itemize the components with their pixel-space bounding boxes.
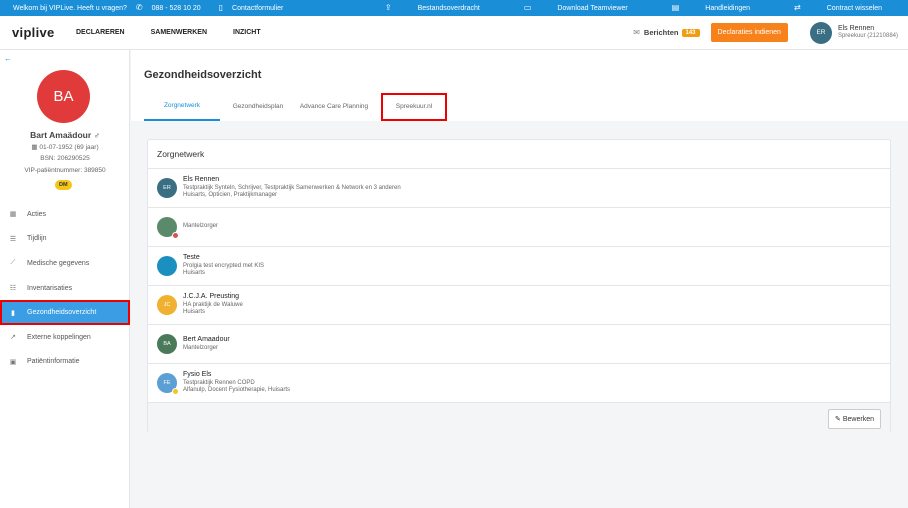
chart-icon: ⟋ — [10, 259, 16, 267]
sidebar-item-inventarisaties[interactable]: ☷ Inventarisaties — [0, 276, 130, 301]
sidebar-item-tijdlijn[interactable]: ☰ Tijdlijn — [0, 227, 130, 252]
contact-detail: Testpraktijk Rennen COPD — [183, 379, 255, 386]
contact-name: Teste — [183, 254, 200, 262]
nav-samenwerken[interactable]: SAMENWERKEN — [151, 29, 207, 36]
user-name: Els Rennen — [837, 24, 875, 32]
calendar-icon: ▦ — [9, 211, 17, 219]
id-card-icon: ▣ — [9, 358, 17, 366]
monitor-icon: ▭ — [523, 3, 532, 12]
main-nav: DECLAREREN SAMENWERKEN INZICHT — [76, 29, 287, 36]
nav-declareren[interactable]: DECLAREREN — [76, 29, 125, 36]
user-avatar: ER — [809, 21, 832, 44]
avatar — [157, 217, 179, 239]
page-title: Gezondheidsoverzicht — [144, 69, 262, 81]
contact-name: Fysio Els — [183, 371, 212, 379]
avatar: BA — [157, 334, 177, 354]
zorgnetwerk-card: Zorgnetwerk ER Els Rennen Testpraktijk S… — [147, 139, 891, 434]
contract-wisselen-link[interactable]: ⇄ Contract wisselen — [772, 4, 882, 12]
nav-inzicht[interactable]: INZICHT — [233, 29, 261, 36]
patient-sidebar: ← BA Bart Amaädour ♂ ▦ 01-07-1952 (69 ja… — [0, 50, 130, 508]
external-link-icon: ↗ — [10, 334, 16, 342]
phone-icon: ✆ — [135, 3, 143, 12]
tab-spreekuur[interactable]: Spreekuur.nl — [381, 93, 447, 121]
contact-role: Huisarts — [183, 270, 206, 277]
list-item[interactable]: Mantelzorger — [148, 208, 890, 247]
contact-name: Els Rennen — [183, 176, 220, 184]
card-footer: ✎ Bewerken — [148, 403, 890, 434]
list-item[interactable]: BA Bert Amaadour Mantelzorger — [148, 325, 890, 364]
sidebar-item-medische-gegevens[interactable]: ⟋ Medische gegevens — [0, 251, 130, 276]
avatar: ER — [157, 178, 177, 198]
bestandsoverdracht-link[interactable]: ⇪ Bestandsoverdracht — [363, 4, 480, 12]
patient-vip-number: VIP-patiëntnummer: 389850 — [24, 167, 106, 174]
contact-role: Mantelzorger — [183, 344, 219, 351]
welcome-text: Welkom bij VIPLive. Heeft u vragen? — [13, 4, 127, 12]
tab-advance-care-planning[interactable]: Advance Care Planning — [296, 93, 372, 121]
avatar: FE — [157, 373, 179, 395]
tab-gezondheidsplan[interactable]: Gezondheidsplan — [220, 93, 296, 121]
patient-avatar: BA — [37, 70, 90, 123]
contact-name: Bert Amaadour — [183, 335, 230, 343]
sidebar-item-gezondheidsoverzicht[interactable]: ▮ Gezondheidsoverzicht — [0, 300, 130, 325]
top-info-bar: Welkom bij VIPLive. Heeft u vragen? ✆ 088… — [0, 0, 908, 16]
berichten-link[interactable]: ✉ Berichten 143 — [633, 27, 700, 37]
list-item[interactable]: Teste Prolgia test encrypted met KIS Hui… — [148, 247, 890, 286]
book-icon: ▤ — [671, 3, 680, 12]
document-icon: ▮ — [11, 309, 15, 317]
sidebar-item-patientinformatie[interactable]: ▣ Patiëntinformatie — [0, 350, 130, 375]
tab-bar: Zorgnetwerk Gezondheidsplan Advance Care… — [144, 93, 447, 121]
logo[interactable]: viplive — [12, 25, 76, 40]
sidebar-menu: ▦ Acties ☰ Tijdlijn ⟋ Medische gegevens ☷ In… — [0, 202, 130, 374]
user-sub: Spreekuur (21210884) — [837, 33, 898, 40]
contact-role: Alfanulp, Docent Fysiotherapie, Huisarts — [183, 387, 291, 394]
contact-detail: HA praktijk de Waluwe — [183, 301, 243, 308]
tab-zorgnetwerk[interactable]: Zorgnetwerk — [144, 93, 220, 121]
chat-icon: ✉ — [633, 27, 640, 37]
list-icon: ☰ — [9, 235, 17, 243]
contact-detail: Testpraktijk Synteln, Schrijver, Testpra… — [183, 184, 401, 191]
main-header: viplive DECLAREREN SAMENWERKEN INZICHT ✉… — [0, 16, 908, 50]
contact-role: Huisarts — [183, 309, 206, 316]
checklist-icon: ☷ — [9, 285, 17, 293]
page-header: Gezondheidsoverzicht Zorgnetwerk Gezondh… — [131, 50, 908, 121]
contact-role: Huisarts, Opticien, Praktijkmanager — [183, 192, 278, 199]
contact-name: J.C.J.A. Preusting — [183, 293, 240, 301]
phone-link[interactable]: ✆ 088 - 528 10 20 — [136, 4, 210, 12]
contact-detail: Prolgia test encrypted met KIS — [183, 262, 265, 269]
patient-name: Bart Amaädour ♂ — [30, 130, 100, 140]
blocked-icon — [172, 232, 179, 239]
sidebar-item-externe-koppelingen[interactable]: ↗ Externe koppelingen — [0, 325, 130, 350]
pencil-icon: ✎ — [835, 415, 843, 423]
avatar: JC — [157, 295, 177, 315]
patient-dob: ▦ 01-07-1952 (69 jaar) — [31, 144, 99, 151]
sidebar-item-acties[interactable]: ▦ Acties — [0, 202, 130, 227]
card-title: Zorgnetwerk — [148, 140, 890, 169]
user-menu[interactable]: ER Els Rennen Spreekuur (21210884) — [809, 21, 898, 44]
back-arrow-icon[interactable]: ← — [4, 54, 12, 63]
list-item[interactable]: JC J.C.J.A. Preusting HA praktijk de Wal… — [148, 286, 890, 325]
switch-icon: ⇄ — [794, 3, 801, 12]
dm-badge: DM — [55, 180, 72, 190]
avatar — [157, 256, 177, 276]
declaraties-indienen-button[interactable]: Declaraties indienen — [710, 23, 788, 42]
document-icon: ▯ — [218, 3, 224, 12]
list-item[interactable]: FE Fysio Els Testpraktijk Rennen COPD Al… — [148, 364, 890, 403]
teamviewer-link[interactable]: ▭ Download Teamviewer — [502, 4, 628, 12]
bewerken-button[interactable]: ✎ Bewerken — [828, 408, 881, 429]
patient-bsn: BSN: 206290525 — [40, 155, 90, 162]
contact-role: Mantelzorger — [183, 223, 219, 230]
status-dot-icon — [172, 388, 179, 395]
list-item[interactable]: ER Els Rennen Testpraktijk Synteln, Schr… — [148, 169, 890, 208]
handleidingen-link[interactable]: ▤ Handleidingen — [650, 4, 750, 12]
upload-icon: ⇪ — [384, 3, 392, 12]
contact-form-link[interactable]: ▯ Contactformulier — [219, 4, 293, 12]
berichten-count-badge: 143 — [681, 28, 700, 37]
